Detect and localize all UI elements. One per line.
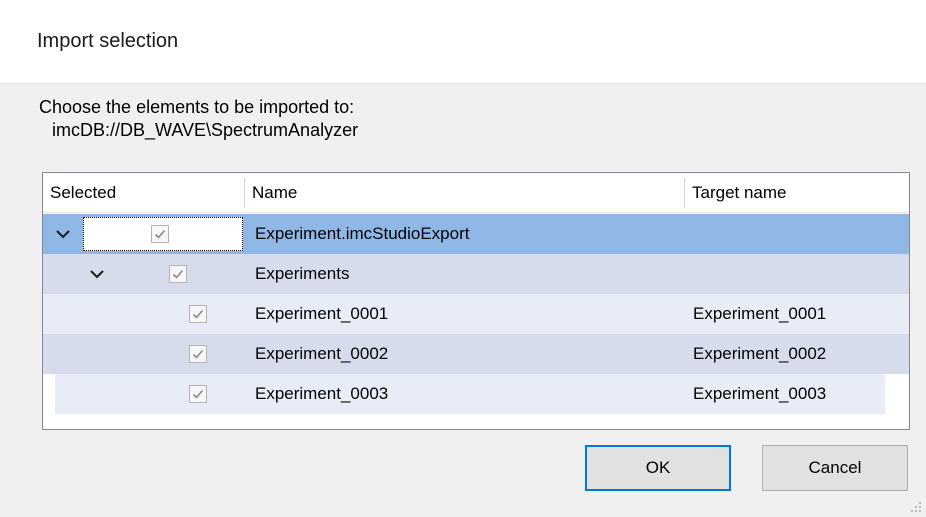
row-name: Experiment_0002 bbox=[255, 344, 389, 363]
tree-row-experiments[interactable]: Experiments bbox=[43, 254, 909, 294]
row-name: Experiment_0003 bbox=[255, 384, 389, 403]
import-tree-list[interactable]: Selected Name Target name Experiment.imc… bbox=[42, 172, 910, 430]
row-checkbox[interactable] bbox=[169, 265, 187, 283]
column-header-name[interactable]: Name bbox=[245, 173, 683, 213]
column-header: Selected Name Target name bbox=[43, 173, 909, 213]
cancel-button[interactable]: Cancel bbox=[762, 445, 908, 491]
ok-button[interactable]: OK bbox=[585, 445, 731, 491]
row-checkbox[interactable] bbox=[151, 225, 169, 243]
row-target-name: Experiment_0001 bbox=[693, 304, 827, 323]
chevron-down-icon[interactable] bbox=[89, 266, 105, 282]
dialog-title: Import selection bbox=[37, 30, 179, 52]
tree-row-experiment-0002[interactable]: Experiment_0002 Experiment_0002 bbox=[43, 334, 909, 374]
column-header-target-name[interactable]: Target name bbox=[685, 173, 909, 213]
row-name: Experiments bbox=[255, 264, 350, 283]
checkmark-icon bbox=[172, 269, 184, 279]
column-header-selected[interactable]: Selected bbox=[43, 173, 243, 213]
prompt-label: Choose the elements to be imported to: bbox=[39, 97, 355, 117]
target-path: imcDB://DB_WAVE\SpectrumAnalyzer bbox=[52, 120, 359, 140]
import-selection-dialog: Import selection Choose the elements to … bbox=[0, 0, 926, 517]
chevron-down-icon[interactable] bbox=[55, 226, 71, 242]
title-bar: Import selection bbox=[0, 0, 926, 84]
tree-row-experiment-0003[interactable]: Experiment_0003 Experiment_0003 bbox=[55, 374, 885, 414]
row-name: Experiment_0001 bbox=[255, 304, 389, 323]
tree-row-root[interactable]: Experiment.imcStudioExport bbox=[43, 214, 909, 254]
row-checkbox[interactable] bbox=[189, 345, 207, 363]
checkmark-icon bbox=[192, 349, 204, 359]
row-name: Experiment.imcStudioExport bbox=[255, 224, 470, 243]
tree-row-experiment-0001[interactable]: Experiment_0001 Experiment_0001 bbox=[43, 294, 909, 334]
checkmark-icon bbox=[192, 309, 204, 319]
row-checkbox[interactable] bbox=[189, 305, 207, 323]
prompt-text: Choose the elements to be imported to: i… bbox=[39, 96, 358, 142]
checkmark-icon bbox=[154, 229, 166, 239]
row-checkbox[interactable] bbox=[189, 385, 207, 403]
checkmark-icon bbox=[192, 389, 204, 399]
resize-grip-icon[interactable] bbox=[910, 501, 922, 513]
row-target-name: Experiment_0002 bbox=[693, 344, 827, 363]
row-target-name: Experiment_0003 bbox=[693, 384, 827, 403]
